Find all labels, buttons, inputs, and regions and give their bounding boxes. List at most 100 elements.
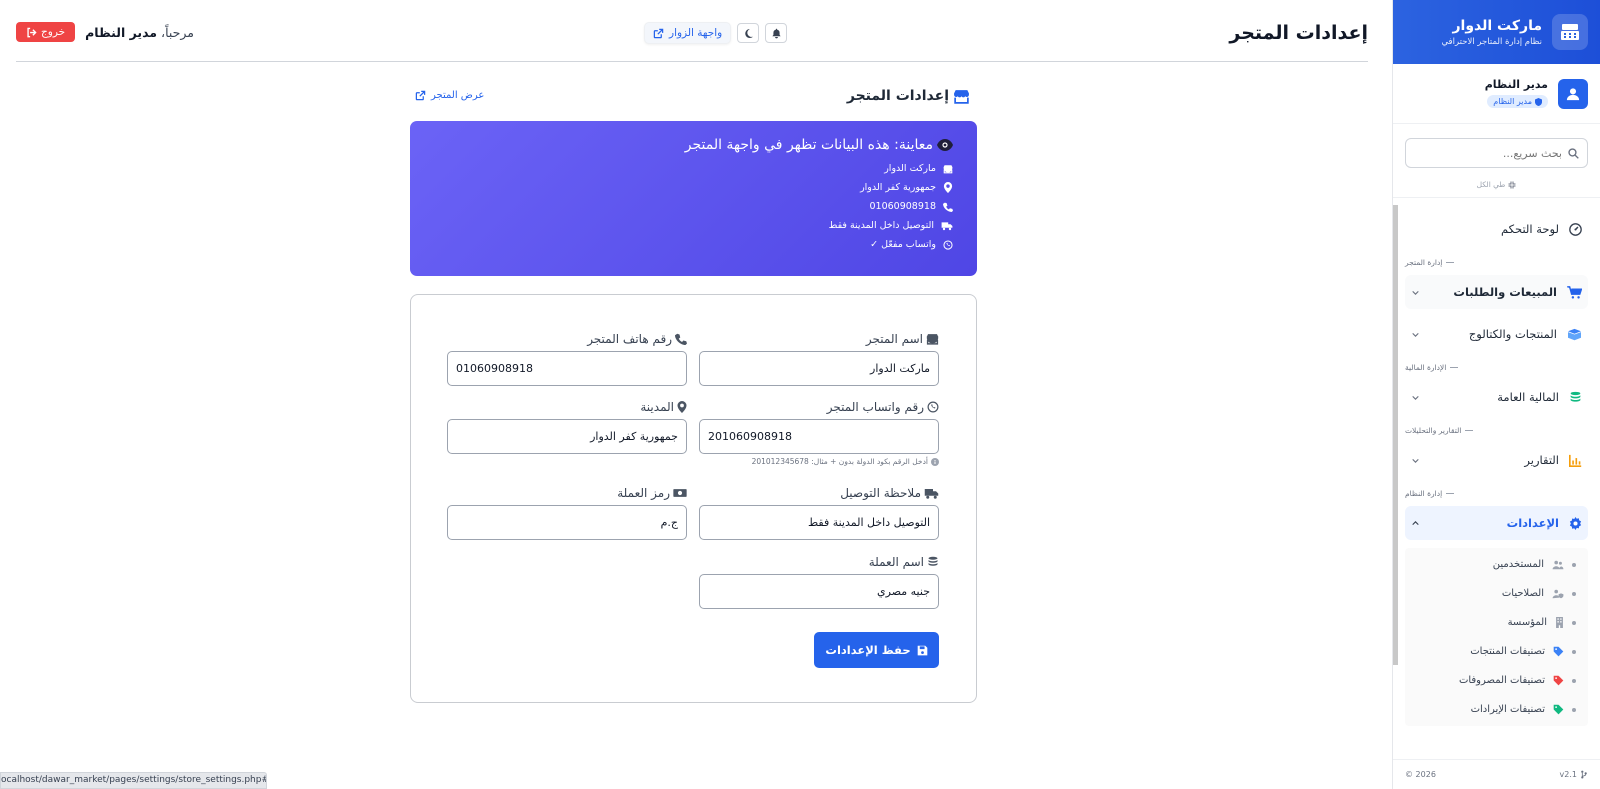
search-input[interactable] bbox=[1414, 146, 1562, 160]
settings-subitem-label: تصنيفات المصروفات bbox=[1458, 675, 1545, 686]
dark-mode-toggle[interactable] bbox=[737, 23, 760, 43]
store-whatsapp-label: رقم واتساب المتجر bbox=[699, 399, 939, 415]
external-link-icon bbox=[415, 90, 426, 101]
preview-city-text: جمهورية كفر الدوار bbox=[860, 182, 936, 193]
store-phone-label: رقم هاتف المتجر bbox=[447, 331, 687, 347]
settings-subitem[interactable]: تصنيفات المنتجات bbox=[1405, 637, 1588, 666]
visitor-front-link[interactable]: واجهة الزوار bbox=[644, 22, 732, 44]
section-system-heading: إدارة النظام bbox=[1405, 489, 1588, 498]
sign-out-icon bbox=[26, 27, 37, 38]
sidebar-item-sales[interactable]: المبيعات والطلبات bbox=[1405, 275, 1588, 309]
delivery-note-field: ملاحظة التوصيل bbox=[699, 485, 939, 540]
chevron-down-icon bbox=[1411, 288, 1420, 297]
store-name-input[interactable] bbox=[708, 362, 930, 375]
phone-icon bbox=[943, 202, 953, 212]
topbar: إعدادات المتجر واجهة الزوار مرحباً، مدير… bbox=[16, 18, 1368, 62]
sidebar-item-dashboard[interactable]: لوحة التحكم bbox=[1405, 212, 1588, 246]
sidebar-item-products[interactable]: المنتجات والكتالوج bbox=[1405, 317, 1588, 351]
welcome-prefix: مرحباً، bbox=[161, 24, 194, 40]
preview-delivery-text: التوصيل داخل المدينة فقط bbox=[828, 220, 934, 231]
store-preview-card: معاينة: هذه البيانات تظهر في واجهة المتج… bbox=[410, 121, 977, 276]
settings-subitem[interactable]: الصلاحيات bbox=[1405, 579, 1588, 608]
store-phone-input-wrap bbox=[447, 351, 687, 386]
section-store-heading: إدارة المتجر bbox=[1405, 258, 1588, 267]
sidebar-brand[interactable]: ماركت الدوار نظام إدارة المتاجر الاحتراف… bbox=[1393, 0, 1600, 64]
sidebar-user[interactable]: مدير النظام مدير النظام bbox=[1393, 64, 1600, 124]
collapse-all-button[interactable]: طي الكل bbox=[1405, 180, 1588, 189]
view-store-link[interactable]: عرض المتجر bbox=[415, 90, 484, 101]
version-text: v2.1 bbox=[1559, 770, 1577, 779]
main-content: إعدادات المتجر واجهة الزوار مرحباً، مدير… bbox=[0, 0, 1392, 789]
user-info: مدير النظام مدير النظام bbox=[1485, 78, 1548, 110]
store-icon bbox=[953, 89, 970, 104]
settings-subitem[interactable]: تصنيفات المصروفات bbox=[1405, 666, 1588, 695]
preview-store-name: ماركت الدوار bbox=[434, 159, 953, 178]
sidebar-item-finance[interactable]: المالية العامة bbox=[1405, 380, 1588, 414]
settings-subitem[interactable]: المستخدمين bbox=[1405, 550, 1588, 579]
user-role-badge: مدير النظام bbox=[1487, 95, 1548, 108]
copyright-text: 2026 © bbox=[1405, 770, 1436, 779]
currency-symbol-input-wrap bbox=[447, 505, 687, 540]
sidebar-scrollbar[interactable] bbox=[1393, 205, 1398, 665]
view-store-label: عرض المتجر bbox=[431, 90, 485, 101]
money-bill-icon bbox=[673, 488, 687, 498]
visitor-front-label: واجهة الزوار bbox=[669, 27, 723, 39]
store-whatsapp-label-text: رقم واتساب المتجر bbox=[826, 400, 924, 414]
sidebar-search-area: طي الكل bbox=[1393, 124, 1600, 198]
welcome-text: مرحباً، مدير النظام bbox=[85, 25, 194, 40]
logout-button[interactable]: خروج bbox=[16, 22, 76, 42]
preview-title: معاينة: هذه البيانات تظهر في واجهة المتج… bbox=[434, 137, 953, 153]
city-field: المدينة bbox=[447, 399, 687, 454]
whatsapp-hint: أدخل الرقم بكود الدولة بدون + مثال: 2010… bbox=[699, 457, 939, 466]
delivery-note-input[interactable] bbox=[708, 516, 930, 529]
bullet-dot bbox=[1572, 562, 1576, 567]
sidebar-item-reports[interactable]: التقارير bbox=[1405, 443, 1588, 477]
settings-subitem-label: المؤسسة bbox=[1507, 617, 1547, 628]
store-phone-field: رقم هاتف المتجر bbox=[447, 331, 687, 386]
compress-icon bbox=[1508, 181, 1516, 189]
currency-symbol-input[interactable] bbox=[456, 516, 678, 529]
store-whatsapp-input[interactable] bbox=[708, 430, 930, 443]
sidebar-item-label: التقارير bbox=[1524, 453, 1559, 467]
page-header: إعدادات المتجر عرض المتجر bbox=[410, 88, 970, 108]
code-branch-icon bbox=[1580, 770, 1588, 779]
logout-label: خروج bbox=[41, 26, 66, 38]
topbar-actions: واجهة الزوار bbox=[644, 22, 788, 44]
currency-name-input[interactable] bbox=[708, 585, 930, 598]
save-settings-button[interactable]: حفظ الإعدادات bbox=[814, 632, 939, 668]
coins-icon bbox=[1569, 391, 1582, 404]
settings-subitem-label: تصنيفات المنتجات bbox=[1470, 646, 1545, 657]
currency-symbol-label-text: رمز العملة bbox=[617, 486, 670, 500]
truck-icon bbox=[941, 221, 953, 231]
tag-icon bbox=[1553, 675, 1564, 686]
sidebar-item-settings[interactable]: الإعدادات bbox=[1405, 506, 1588, 540]
sidebar-item-label: لوحة التحكم bbox=[1501, 222, 1559, 236]
preview-delivery: التوصيل داخل المدينة فقط bbox=[434, 216, 953, 235]
store-name-field: اسم المتجر bbox=[699, 331, 939, 386]
whatsapp-icon bbox=[943, 239, 953, 250]
page-title: إعدادات المتجر bbox=[1229, 22, 1368, 44]
section-finance-heading: الإدارة المالية bbox=[1405, 363, 1588, 372]
currency-name-label-text: اسم العملة bbox=[868, 555, 924, 569]
currency-symbol-label: رمز العملة bbox=[447, 485, 687, 501]
settings-subitem[interactable]: المؤسسة bbox=[1405, 608, 1588, 637]
store-icon bbox=[943, 164, 953, 174]
bullet-dot bbox=[1572, 620, 1576, 625]
whatsapp-hint-text: أدخل الرقم بكود الدولة بدون + مثال: 2010… bbox=[751, 457, 928, 466]
bullet-dot bbox=[1572, 678, 1576, 683]
preview-whatsapp: واتساب مفعّل ✓ bbox=[434, 235, 953, 254]
sidebar-item-label: المالية العامة bbox=[1497, 390, 1559, 404]
cash-register-icon bbox=[1552, 14, 1588, 50]
topbar-user-area: مرحباً، مدير النظام خروج bbox=[16, 22, 194, 42]
preview-phone: 01060908918 bbox=[434, 197, 953, 216]
delivery-note-input-wrap bbox=[699, 505, 939, 540]
notifications-button[interactable] bbox=[765, 23, 788, 43]
user-role-text: مدير النظام bbox=[1493, 97, 1532, 106]
settings-subitem[interactable]: تصنيفات الإيرادات bbox=[1405, 695, 1588, 724]
brand-name: ماركت الدوار bbox=[1452, 17, 1542, 34]
moon-icon bbox=[743, 28, 754, 39]
store-phone-input[interactable] bbox=[456, 362, 678, 375]
city-input[interactable] bbox=[456, 430, 678, 443]
phone-icon bbox=[675, 333, 687, 345]
sidebar: ماركت الدوار نظام إدارة المتاجر الاحتراف… bbox=[1392, 0, 1600, 789]
